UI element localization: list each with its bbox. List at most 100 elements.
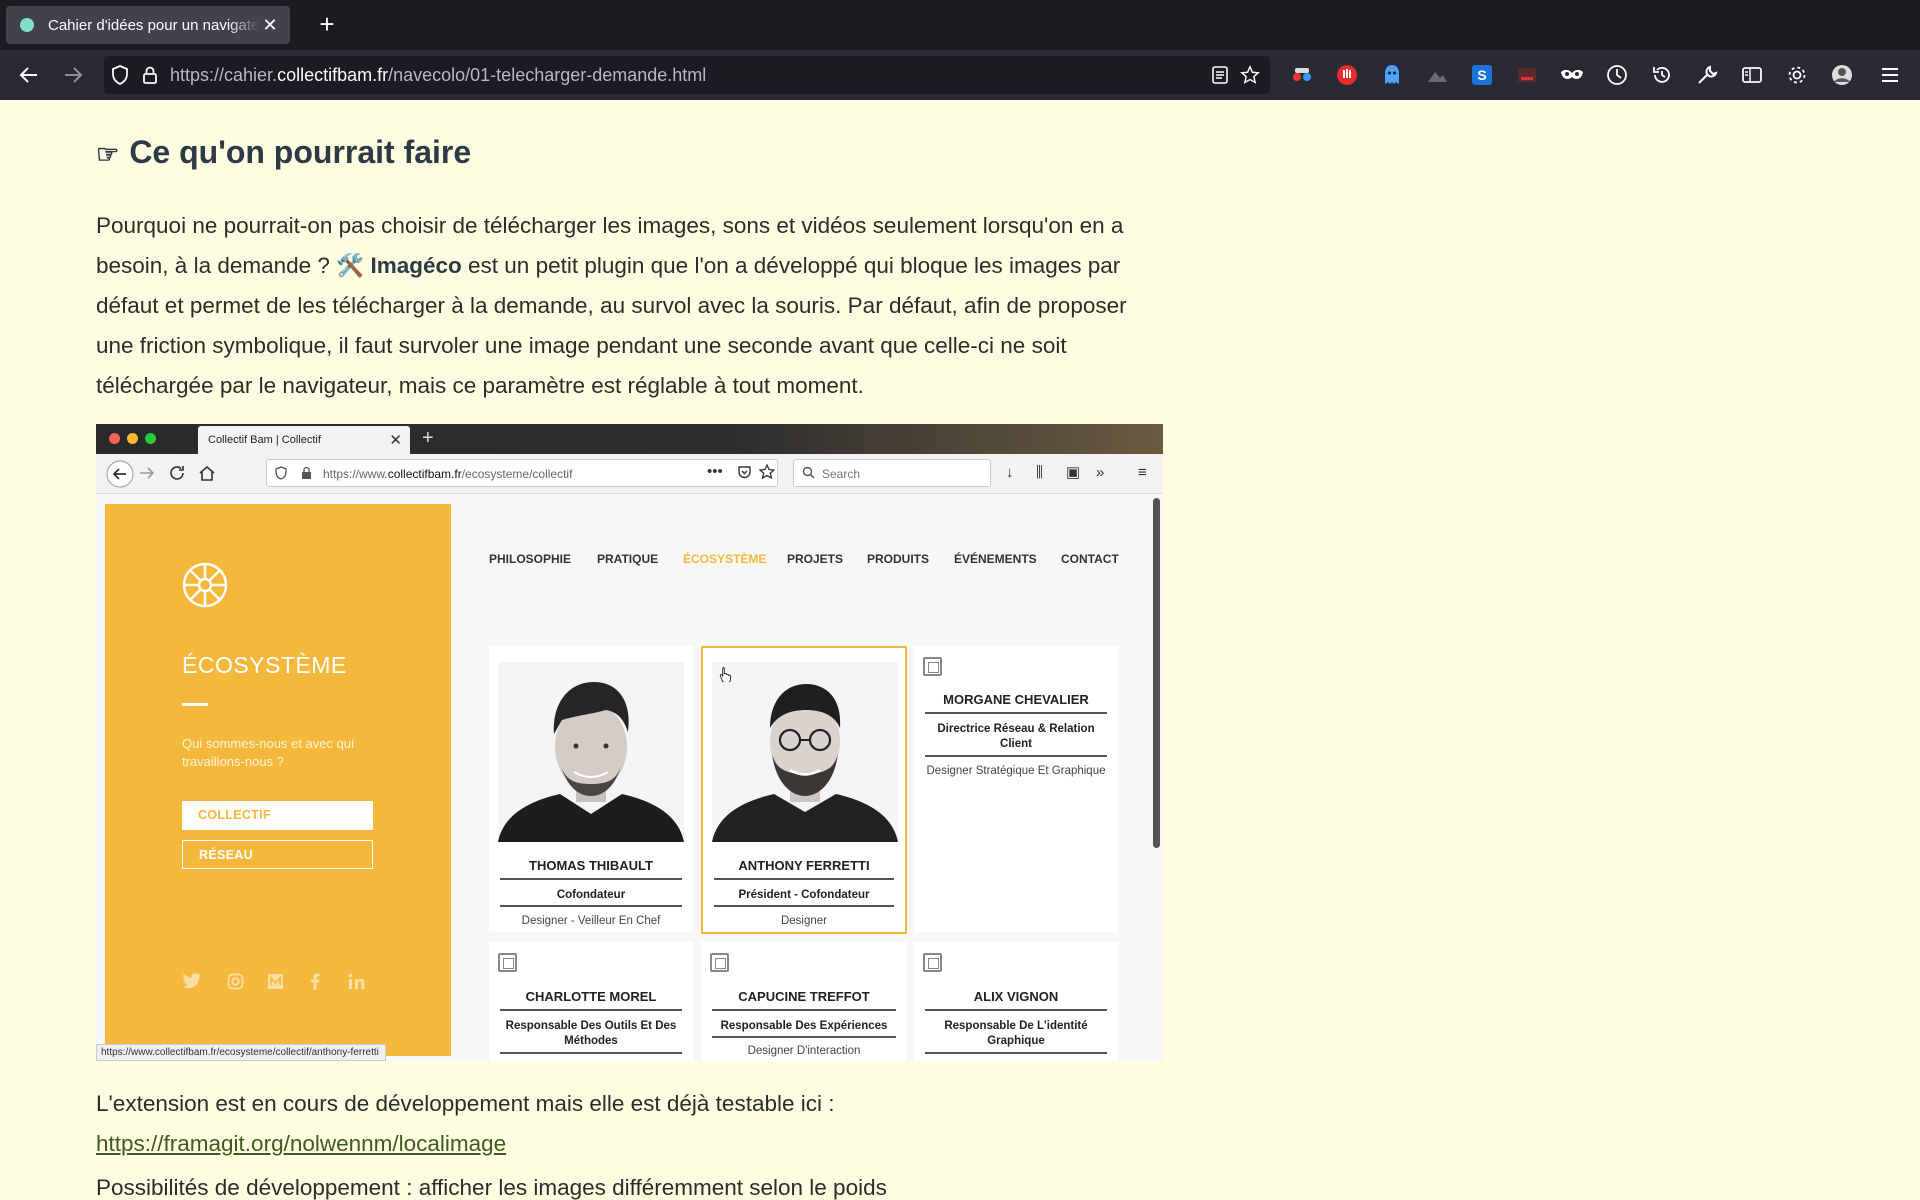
person-card: CAPUCINE TREFFOT Responsable Des Expérie… (701, 942, 907, 1061)
card-divider (500, 878, 682, 880)
url-text[interactable]: https://cahier.collectifbam.fr/navecolo/… (170, 65, 706, 86)
demo-tab: Collectif Bam | Collectif ✕ (198, 426, 410, 454)
person-card: MORGANE CHEVALIER Directrice Réseau & Re… (914, 646, 1118, 932)
demo-sidebar-rule (182, 703, 208, 706)
tab-strip: Cahier d'idées pour un navigateur ✕ + (0, 0, 1920, 50)
favicon-icon (20, 18, 34, 32)
demo-library-icon: ⫼ (1036, 464, 1043, 481)
extension-glasses-icon[interactable] (1290, 63, 1314, 87)
new-tab-button[interactable]: + (312, 10, 342, 40)
demo-tab-strip: Collectif Bam | Collectif ✕ + (96, 424, 1163, 454)
demo-screenshot-icon: ▣ (1066, 464, 1081, 481)
pointing-hand-icon: ☞ (96, 139, 120, 169)
demo-menu-produits: PRODUITS (867, 552, 930, 566)
demo-sidebar-title: ÉCOSYSTÈME (182, 652, 347, 678)
demo-lock-icon (301, 466, 312, 483)
demo-star-icon (758, 463, 776, 483)
demo-search-icon (802, 466, 815, 482)
person-role: Responsable Des Expériences (720, 1020, 888, 1032)
card-divider (925, 755, 1107, 757)
reader-view-icon[interactable] (1210, 65, 1230, 85)
cursor-hand-icon (719, 667, 731, 682)
person-description: Designer (780, 915, 828, 927)
demo-logo-icon (182, 562, 228, 608)
plugin-demo-screenshot: Collectif Bam | Collectif ✕ + https://ww… (96, 424, 1163, 1061)
person-role: Responsable Des Outils Et Des Méthodes (505, 1020, 677, 1047)
bookmark-star-icon[interactable] (1240, 65, 1260, 85)
s-extension-icon[interactable]: S (1470, 63, 1494, 87)
active-tab[interactable]: Cahier d'idées pour un navigateur ✕ (6, 6, 290, 44)
ublock-icon[interactable] (1335, 63, 1359, 87)
card-divider (714, 878, 894, 880)
demo-menu-projets: PROJETS (787, 552, 844, 566)
navigation-toolbar: https://cahier.collectifbam.fr/navecolo/… (0, 50, 1920, 100)
demo-collectif-button: COLLECTIF (182, 801, 373, 830)
linkedin-icon (348, 973, 365, 995)
tracking-shield-icon[interactable] (110, 65, 130, 85)
demo-address-bar: https://www.collectifbam.fr/ecosysteme/c… (266, 459, 778, 487)
history-icon[interactable] (1650, 63, 1674, 87)
demo-pocket-icon (737, 465, 752, 483)
medium-icon (267, 973, 284, 995)
person-name: CHARLOTTE MOREL (525, 989, 657, 1004)
demo-home-icon (198, 464, 216, 487)
demo-new-tab-icon: + (422, 427, 434, 449)
demo-status-url: https://www.collectifbam.fr/ecosysteme/c… (96, 1044, 386, 1061)
portrait-photo (712, 662, 898, 842)
back-button[interactable] (16, 62, 42, 88)
demo-reload-icon (168, 464, 186, 487)
sidebar-icon[interactable] (1740, 63, 1764, 87)
address-bar[interactable]: https://cahier.collectifbam.fr/navecolo/… (104, 56, 1270, 94)
forward-arrow-icon (65, 67, 83, 83)
back-arrow-icon (19, 67, 37, 83)
card-divider (925, 1009, 1107, 1011)
portrait-photo (498, 662, 684, 842)
tab-title: Cahier d'idées pour un navigateur (48, 16, 260, 34)
close-tab-icon[interactable]: ✕ (260, 15, 280, 36)
demo-sidebar-question: Qui sommes-nous et avec qui travaillons-… (182, 736, 354, 769)
card-divider (500, 1052, 682, 1054)
demo-menu-ecosysteme: ÉCOSYSTÈME (683, 552, 767, 566)
card-divider (712, 1009, 896, 1011)
mask-icon[interactable] (1560, 63, 1584, 87)
clock-icon[interactable] (1605, 63, 1629, 87)
plugin-name: Imagéco (370, 253, 462, 278)
wrench-icon[interactable] (1695, 63, 1719, 87)
card-divider (714, 905, 894, 907)
image-extension-icon[interactable] (1425, 63, 1449, 87)
framagit-link[interactable]: https://framagit.org/nolwennm/localimage (96, 1131, 506, 1156)
forward-button[interactable] (60, 62, 86, 88)
card-divider (925, 712, 1107, 714)
person-name: ALIX VIGNON (973, 989, 1059, 1004)
card-divider (500, 1009, 682, 1011)
ghostery-icon[interactable] (1380, 63, 1404, 87)
person-role: Cofondateur (556, 889, 626, 901)
person-card: THOMAS THIBAULT Cofondateur Designer - V… (489, 646, 693, 932)
person-role: Directrice Réseau & Relation Client (937, 723, 1095, 750)
demo-menu-philosophie: PHILOSOPHIE (489, 552, 572, 566)
svg-text:S: S (1477, 67, 1486, 83)
person-description: Designer Stratégique Et Graphique (926, 765, 1106, 777)
settings-gear-icon[interactable] (1785, 63, 1809, 87)
demo-menu-evenements: ÉVÉNEMENTS (954, 552, 1037, 566)
blocked-image-placeholder-icon (923, 953, 942, 972)
development-paragraph: Possibilités de développement : afficher… (96, 1175, 887, 1200)
demo-menu-icon: ≡ (1138, 464, 1147, 481)
lock-icon[interactable] (140, 65, 160, 85)
demo-search-field: Search (793, 459, 991, 487)
person-name: MORGANE CHEVALIER (943, 692, 1089, 707)
blocked-image-placeholder-icon (923, 657, 942, 676)
person-description: Designer D'interaction (747, 1045, 861, 1057)
demo-menu-pratique: PRATIQUE (597, 552, 659, 566)
demo-sidebar: ÉCOSYSTÈME Qui sommes-nous et avec qui t… (105, 504, 451, 1056)
pdf-extension-icon[interactable] (1515, 63, 1539, 87)
demo-back-icon (106, 460, 134, 493)
card-divider (712, 1036, 896, 1038)
hamburger-menu-icon[interactable] (1878, 63, 1902, 87)
demo-forward-icon (138, 464, 156, 487)
account-avatar-icon[interactable] (1830, 63, 1854, 87)
person-description: Designer - Veilleur En Chef (521, 915, 661, 927)
person-name: ANTHONY FERRETTI (738, 858, 870, 873)
card-divider (925, 1052, 1107, 1054)
blocked-image-placeholder-icon (498, 953, 517, 972)
